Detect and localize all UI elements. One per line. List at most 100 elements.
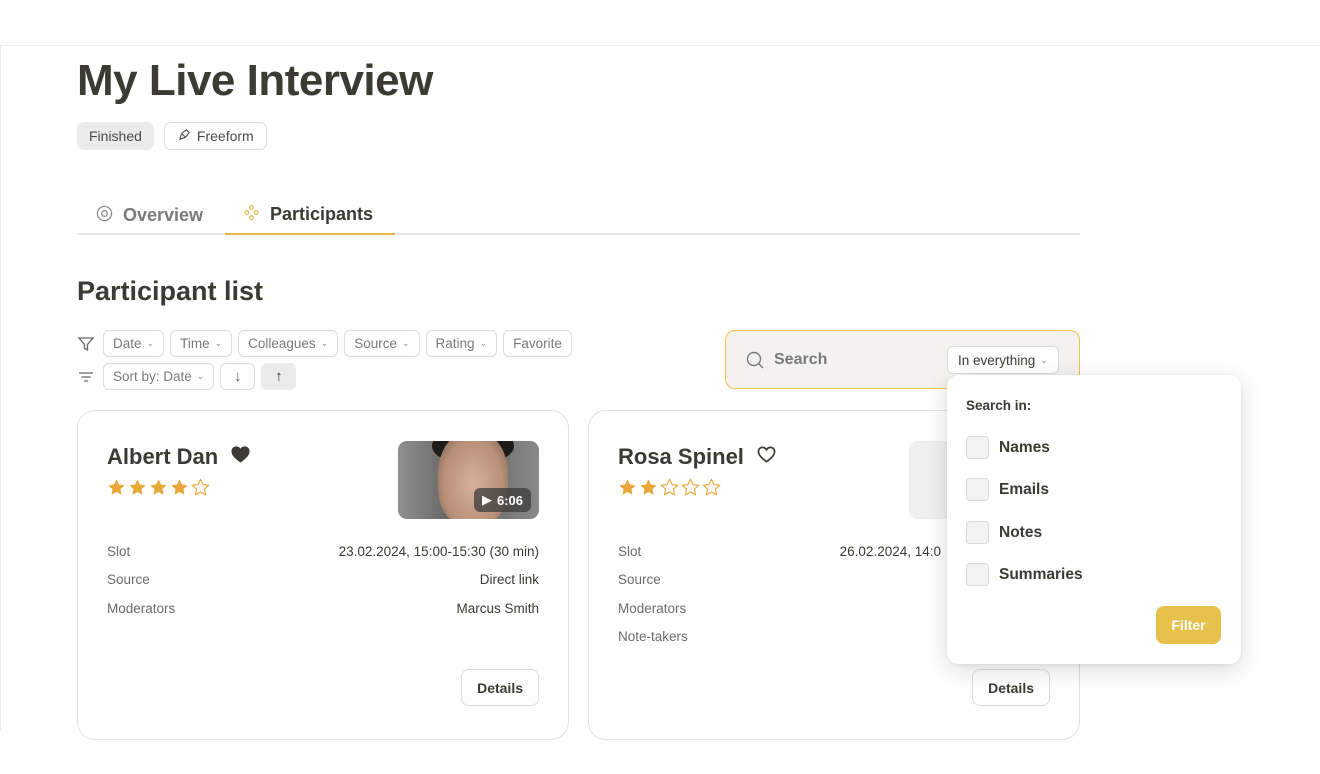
filter-favorite[interactable]: Favorite: [503, 330, 572, 357]
note-takers-label: Note-takers: [618, 629, 688, 644]
filter-label: Favorite: [513, 336, 562, 351]
slot-value: 23.02.2024, 15:00-15:30 (30 min): [338, 544, 539, 559]
sort-icon: [77, 368, 95, 386]
rating-stars[interactable]: [107, 478, 210, 502]
chevron-down-icon: ⌄: [479, 338, 488, 348]
star-filled-icon: [107, 478, 126, 502]
search-option-names[interactable]: Names: [966, 436, 1050, 459]
tab-overview-label: Overview: [123, 205, 204, 225]
video-duration: 6:06: [496, 492, 523, 508]
search-scope-label: In everything: [958, 352, 1036, 368]
checkbox[interactable]: [966, 521, 989, 544]
search-scope-dropdown: Search in: Names Emails Notes Summaries …: [947, 375, 1241, 664]
participant-name: Albert Dan: [107, 444, 219, 469]
search-option-emails[interactable]: Emails: [966, 478, 1049, 501]
interview-type-label: Freeform: [196, 128, 254, 144]
header-divider: [0, 45, 1320, 46]
checkbox[interactable]: [966, 478, 989, 501]
status-badge: Finished: [77, 122, 154, 150]
heart-filled-icon[interactable]: [230, 444, 251, 470]
sort-ascending-button[interactable]: ↑: [261, 363, 297, 390]
participants-icon: [243, 204, 260, 226]
search-option-notes[interactable]: Notes: [966, 521, 1042, 544]
details-button[interactable]: Details: [461, 669, 539, 706]
sort-descending-button[interactable]: ↓: [220, 363, 256, 390]
checkbox[interactable]: [966, 436, 989, 459]
rating-stars[interactable]: [618, 478, 721, 502]
sort-bar: Sort by: Date ⌄ ↓ ↑: [77, 363, 297, 390]
moderators-value: Marcus Smith: [456, 601, 539, 616]
star-empty-icon: [191, 478, 210, 502]
chevron-down-icon: ⌄: [146, 338, 155, 348]
filter-label: Source: [354, 336, 397, 351]
option-label: Summaries: [999, 565, 1083, 583]
arrow-down-icon: ↓: [234, 368, 242, 385]
filter-colleagues[interactable]: Colleagues ⌄: [238, 330, 339, 357]
source-label: Source: [618, 572, 661, 587]
details-button-label: Details: [988, 679, 1034, 696]
filter-time[interactable]: Time ⌄: [170, 330, 233, 357]
video-duration-badge: ▶ 6:06: [473, 488, 531, 512]
filter-source[interactable]: Source ⌄: [344, 330, 420, 357]
participant-name-row: Albert Dan: [107, 444, 251, 470]
search-input[interactable]: Search: [774, 351, 827, 369]
dropdown-title: Search in:: [966, 398, 1032, 413]
option-label: Names: [999, 438, 1050, 456]
play-icon: ▶: [481, 492, 492, 507]
filter-label: Colleagues: [248, 336, 316, 351]
checkbox[interactable]: [966, 563, 989, 586]
participant-card: Albert Dan ▶ 6:06 Slot 23.02.2024, 15:00…: [77, 410, 569, 740]
sort-label: Sort by: Date: [113, 369, 192, 384]
filter-bar: Date ⌄ Time ⌄ Colleagues ⌄ Source ⌄ Rating ⌄ …: [77, 330, 572, 357]
star-filled-icon: [639, 478, 658, 502]
filter-label: Time: [180, 336, 210, 351]
participant-name-row: Rosa Spinel: [618, 444, 777, 470]
filter-button[interactable]: Filter: [1156, 606, 1221, 644]
star-filled-icon: [618, 478, 637, 502]
status-badge-label: Finished: [89, 128, 142, 144]
filter-label: Rating: [435, 336, 475, 351]
details-button-label: Details: [477, 679, 523, 696]
tab-bar: Overview Participants: [77, 196, 1080, 235]
search-option-summaries[interactable]: Summaries: [966, 563, 1083, 586]
arrow-up-icon: ↑: [275, 368, 283, 385]
status-badges: Finished Freeform: [77, 122, 267, 150]
chevron-down-icon: ⌄: [1040, 354, 1048, 365]
chevron-down-icon: ⌄: [402, 338, 410, 348]
source-label: Source: [107, 572, 150, 587]
tab-overview[interactable]: Overview: [96, 196, 203, 235]
option-label: Emails: [999, 480, 1049, 498]
interview-type-badge: Freeform: [163, 122, 267, 150]
video-thumbnail[interactable]: ▶ 6:06: [398, 441, 539, 519]
heart-outline-icon[interactable]: [756, 444, 777, 470]
sidebar-divider: [0, 45, 1, 730]
moderators-label: Moderators: [618, 601, 687, 616]
slot-label: Slot: [107, 544, 131, 559]
search-icon: [745, 350, 765, 370]
page-title: My Live Interview: [77, 56, 433, 105]
freeform-icon: [177, 127, 192, 145]
search-scope-select[interactable]: In everything ⌄: [947, 346, 1059, 374]
participant-list-title: Participant list: [77, 276, 264, 306]
filter-rating[interactable]: Rating ⌄: [425, 330, 498, 357]
participant-name: Rosa Spinel: [618, 444, 744, 469]
source-value: Direct link: [479, 572, 539, 587]
filter-label: Date: [113, 336, 142, 351]
star-empty-icon: [660, 478, 679, 502]
tab-participants[interactable]: Participants: [225, 196, 395, 235]
details-button[interactable]: Details: [972, 669, 1050, 706]
star-filled-icon: [149, 478, 168, 502]
sort-select[interactable]: Sort by: Date ⌄: [103, 363, 215, 390]
filter-date[interactable]: Date ⌄: [103, 330, 165, 357]
slot-value: 26.02.2024, 14:0: [839, 544, 941, 559]
chevron-down-icon: ⌄: [214, 338, 223, 348]
filter-button-label: Filter: [1171, 617, 1206, 633]
star-empty-icon: [681, 478, 700, 502]
slot-label: Slot: [618, 544, 642, 559]
star-filled-icon: [170, 478, 189, 502]
tab-participants-label: Participants: [270, 204, 374, 224]
option-label: Notes: [999, 523, 1043, 541]
chevron-down-icon: ⌄: [320, 338, 329, 348]
chevron-down-icon: ⌄: [196, 371, 205, 381]
star-empty-icon: [702, 478, 721, 502]
